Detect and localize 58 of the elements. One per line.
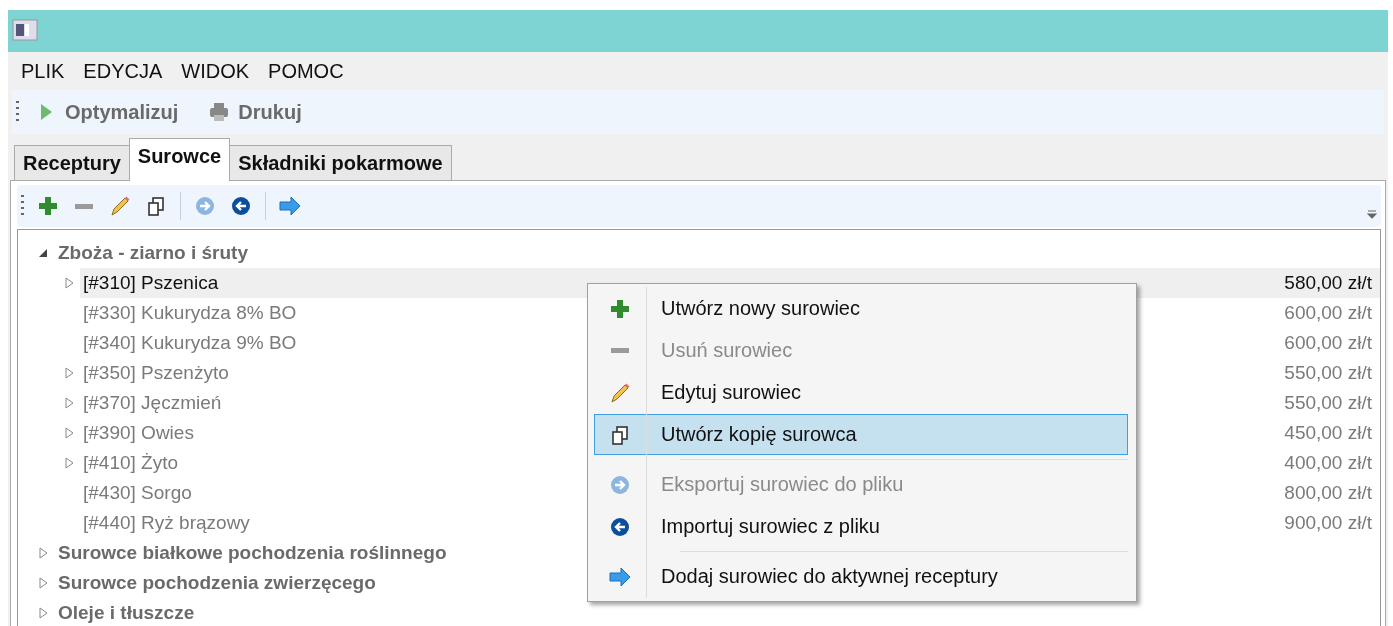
- item-name: [#390] Owies: [82, 422, 194, 444]
- printer-icon: [208, 101, 231, 123]
- tab[interactable]: Surowce: [128, 138, 231, 181]
- tab[interactable]: Składniki pokarmowe: [229, 145, 452, 180]
- app-icon: [12, 19, 38, 41]
- tree-group[interactable]: Surowce białkowe pochodzenia roślinnego: [54, 542, 447, 564]
- tree-group[interactable]: Oleje i tłuszcze: [54, 602, 195, 624]
- pencil-icon: [609, 381, 631, 404]
- expand-icon[interactable]: [64, 367, 74, 379]
- item-name: [#310] Pszenica: [82, 272, 219, 294]
- item-name: [#370] Jęczmień: [82, 392, 222, 414]
- item-name: [#410] Żyto: [82, 452, 179, 474]
- print-button[interactable]: Drukuj: [202, 96, 308, 128]
- item-price: 600,00 zł/t: [1284, 332, 1373, 354]
- collapse-icon[interactable]: [38, 248, 48, 258]
- optimize-button[interactable]: Optymalizuj: [29, 96, 185, 128]
- menu-item[interactable]: PLIK: [14, 59, 77, 83]
- item-name: [#440] Ryż brązowy: [82, 512, 250, 534]
- expand-icon[interactable]: [38, 547, 48, 559]
- menu-item[interactable]: Dodaj surowiec do aktywnej receptury: [594, 556, 1128, 597]
- item-price: 600,00 zł/t: [1284, 302, 1373, 324]
- item-name: [#430] Sorgo: [82, 482, 192, 504]
- menu-item[interactable]: EDYCJA: [76, 59, 175, 83]
- expand-icon[interactable]: [64, 427, 74, 439]
- menu-item[interactable]: Utwórz nowy surowiec: [594, 288, 1128, 329]
- tree-group[interactable]: Zboża - ziarno i śruty: [54, 242, 249, 264]
- expand-icon[interactable]: [38, 577, 48, 589]
- tab[interactable]: Receptury: [14, 145, 130, 180]
- item-price: 400,00 zł/t: [1284, 452, 1373, 474]
- menu-item[interactable]: Utwórz kopię surowca: [594, 414, 1128, 455]
- item-name: [#340] Kukurydza 9% BO: [82, 332, 297, 354]
- right-arrow-icon: [279, 195, 301, 217]
- item-price: 550,00 zł/t: [1284, 392, 1373, 414]
- menu-item[interactable]: WIDOK: [174, 59, 262, 83]
- expand-icon[interactable]: [64, 277, 74, 289]
- item-name: [#330] Kukurydza 8% BO: [82, 302, 297, 324]
- item-name: [#350] Pszenżyto: [82, 362, 229, 384]
- pencil-icon: [109, 195, 131, 217]
- expand-icon[interactable]: [64, 457, 74, 469]
- plus-icon: [609, 297, 631, 320]
- menu-item[interactable]: Importuj surowiec z pliku: [594, 506, 1128, 547]
- menu-item[interactable]: Edytuj surowiec: [594, 372, 1128, 413]
- expand-icon[interactable]: [64, 397, 74, 409]
- plus-icon: [37, 195, 59, 217]
- copy-icon: [145, 195, 167, 217]
- expand-icon[interactable]: [38, 607, 48, 619]
- item-price: 800,00 zł/t: [1284, 482, 1373, 504]
- minus-icon: [75, 203, 93, 209]
- tree-group[interactable]: Surowce pochodzenia zwierzęcego: [54, 572, 376, 594]
- item-price: 450,00 zł/t: [1284, 422, 1373, 444]
- overflow-icon[interactable]: [1367, 209, 1377, 219]
- item-price: 550,00 zł/t: [1284, 362, 1373, 384]
- item-price: 580,00 zł/t: [1284, 272, 1373, 294]
- copy-icon: [609, 423, 631, 446]
- minus-icon: [611, 348, 629, 353]
- menu-item[interactable]: POMOC: [261, 59, 356, 83]
- right-arrow-icon: [609, 565, 631, 588]
- item-price: 900,00 zł/t: [1284, 512, 1373, 534]
